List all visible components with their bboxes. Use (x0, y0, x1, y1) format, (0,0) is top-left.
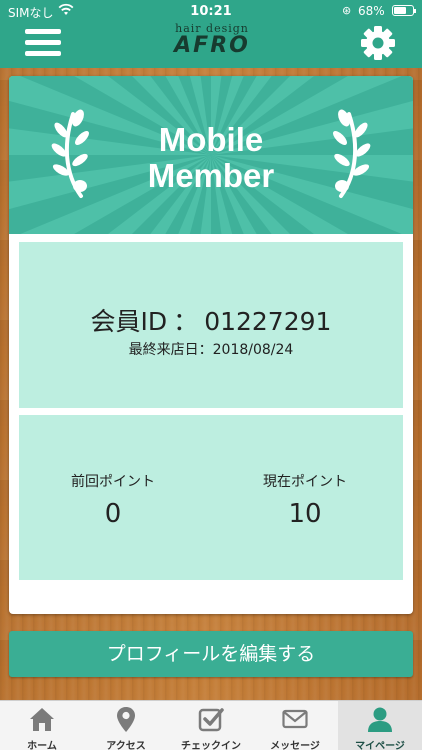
mail-icon (282, 709, 308, 729)
tab-access-label: アクセス (106, 741, 146, 750)
map-pin-icon (117, 707, 135, 732)
tab-access[interactable]: アクセス (84, 701, 168, 750)
points-panel: 前回ポイント 0 現在ポイント 10 (19, 415, 403, 580)
battery-percentage: 68% (358, 4, 385, 18)
logo-title: AFRO (174, 33, 250, 58)
member-id-panel: 会員ID： 01227291 最終来店日：2018/08/24 (19, 242, 403, 408)
status-bar: SIMなし 10:21 ⊛ 68% (0, 0, 422, 22)
tab-bar: ホーム アクセス チェックイン メッセージ マイページ (0, 700, 422, 750)
checkin-icon (198, 708, 224, 732)
previous-points-value: 0 (104, 499, 122, 529)
tab-message-label: メッセージ (270, 741, 320, 750)
last-visit-label: 最終来店日： (128, 342, 213, 358)
current-points-label: 現在ポイント (263, 474, 347, 490)
hamburger-menu-icon[interactable] (25, 27, 61, 59)
previous-points-label: 前回ポイント (71, 474, 155, 490)
tab-checkin[interactable]: チェックイン (169, 701, 253, 750)
edit-profile-button[interactable]: プロフィールを編集する (9, 631, 413, 677)
tab-checkin-label: チェックイン (181, 741, 241, 750)
tab-home[interactable]: ホーム (0, 701, 84, 750)
member-banner: Mobile Member (9, 76, 413, 234)
orientation-lock-icon: ⊛ (342, 4, 352, 17)
tab-home-label: ホーム (27, 741, 57, 750)
current-points-value: 10 (288, 499, 322, 529)
user-icon (368, 707, 392, 732)
tab-mypage-label: マイページ (355, 741, 405, 750)
battery-icon (392, 5, 416, 16)
laurel-right-icon (333, 109, 371, 198)
last-visit-value: 2018/08/24 (212, 342, 294, 358)
member-id-separator: ： (173, 307, 199, 336)
last-visit: 最終来店日：2018/08/24 (19, 339, 403, 359)
salon-logo: hair design AFRO (150, 22, 274, 66)
app-header: SIMなし 10:21 ⊛ 68% hair design AFRO (0, 0, 422, 68)
home-icon (30, 708, 54, 731)
tab-message[interactable]: メッセージ (253, 701, 337, 750)
member-card: Mobile Member 会員ID： 01227291 最終来店日：2018/0… (9, 76, 413, 614)
gear-icon[interactable] (360, 25, 396, 61)
member-id: 会員ID： 01227291 (19, 302, 403, 338)
member-id-label: 会員ID (90, 307, 168, 336)
tab-mypage[interactable]: マイページ (338, 701, 422, 750)
member-id-value: 01227291 (204, 307, 332, 336)
